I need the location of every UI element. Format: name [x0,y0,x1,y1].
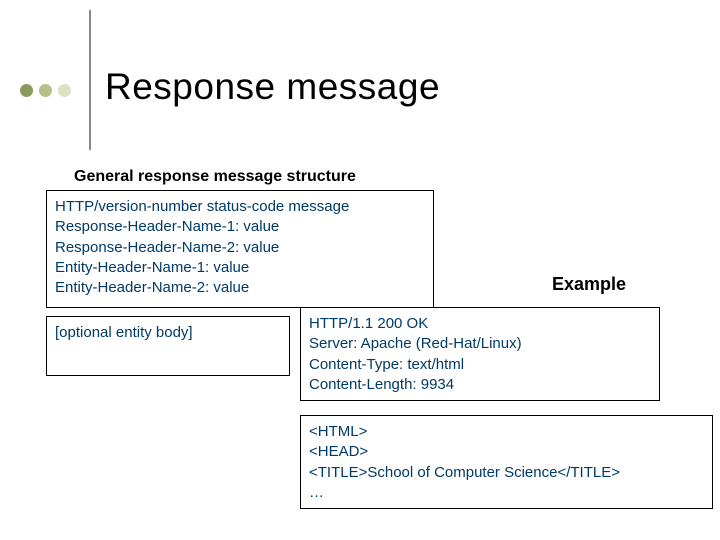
example-label: Example [552,274,626,295]
structure-line: HTTP/version-number status-code message [55,197,425,217]
vertical-divider [89,10,91,150]
structure-line: Entity-Header-Name-2: value [55,278,425,298]
structure-line: Response-Header-Name-1: value [55,217,425,237]
example-line: Content-Type: text/html [309,355,651,375]
optional-body-box: [optional entity body] [46,316,290,376]
structure-line: Response-Header-Name-2: value [55,238,425,258]
example-line: HTTP/1.1 200 OK [309,314,651,334]
example-line: … [309,483,704,503]
example-headers-box: HTTP/1.1 200 OK Server: Apache (Red-Hat/… [300,307,660,401]
section-subhead: General response message structure [74,168,356,186]
structure-line: Entity-Header-Name-1: value [55,258,425,278]
example-line: <TITLE>School of Computer Science</TITLE… [309,463,704,483]
optional-body-text: [optional entity body] [55,323,281,343]
dot-icon [39,84,52,97]
example-line: <HEAD> [309,442,704,462]
example-line: Server: Apache (Red-Hat/Linux) [309,334,651,354]
decorative-dots [20,84,71,97]
example-line: <HTML> [309,422,704,442]
slide-header: Response message [20,24,440,150]
example-line: Content-Length: 9934 [309,375,651,395]
structure-box: HTTP/version-number status-code message … [46,190,434,308]
slide-title: Response message [105,66,440,108]
dot-icon [20,84,33,97]
dot-icon [58,84,71,97]
example-body-box: <HTML> <HEAD> <TITLE>School of Computer … [300,415,713,509]
